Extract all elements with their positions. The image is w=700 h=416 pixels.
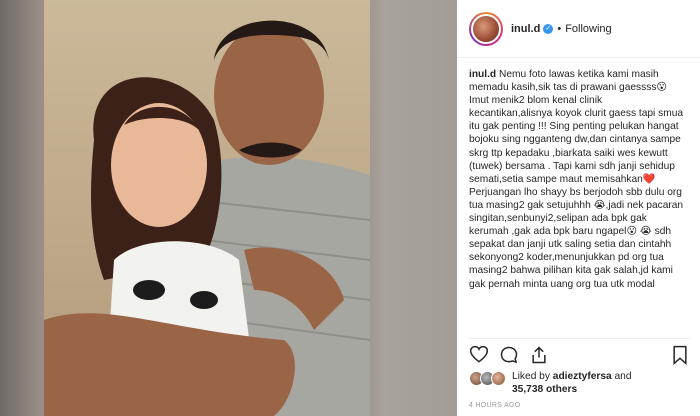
separator-dot: • bbox=[557, 22, 562, 35]
caption-text: Nemu foto lawas ketika kami masih memadu… bbox=[469, 69, 684, 290]
liker-username-link[interactable]: adieztyfersa bbox=[553, 371, 612, 382]
action-bar bbox=[469, 338, 690, 369]
post-timestamp: 4 HOURS AGO bbox=[469, 402, 521, 409]
comment-icon[interactable] bbox=[499, 345, 519, 365]
post-photo bbox=[44, 0, 370, 416]
likes-middle: and bbox=[611, 371, 632, 382]
likes-prefix: Liked by bbox=[512, 371, 553, 382]
following-button[interactable]: Following bbox=[565, 23, 611, 35]
verified-badge-icon: ✓ bbox=[543, 23, 554, 34]
bookmark-icon[interactable] bbox=[670, 345, 690, 365]
likes-count-link[interactable]: 35,738 others bbox=[512, 384, 577, 395]
liker-avatar bbox=[491, 371, 506, 386]
avatar[interactable] bbox=[469, 11, 503, 46]
post-header: inul.d ✓ • Following bbox=[457, 0, 700, 58]
caption-username[interactable]: inul.d bbox=[469, 69, 496, 80]
likes-summary: Liked by adieztyfersa and 35,738 others bbox=[469, 370, 690, 396]
heart-icon[interactable] bbox=[469, 345, 489, 365]
share-icon[interactable] bbox=[529, 345, 549, 365]
liker-avatars bbox=[469, 371, 506, 396]
post-side-panel: inul.d ✓ • Following inul.d Nemu foto la… bbox=[457, 0, 700, 416]
username-link[interactable]: inul.d bbox=[511, 23, 540, 35]
post-caption: inul.d Nemu foto lawas ketika kami masih… bbox=[457, 58, 700, 328]
